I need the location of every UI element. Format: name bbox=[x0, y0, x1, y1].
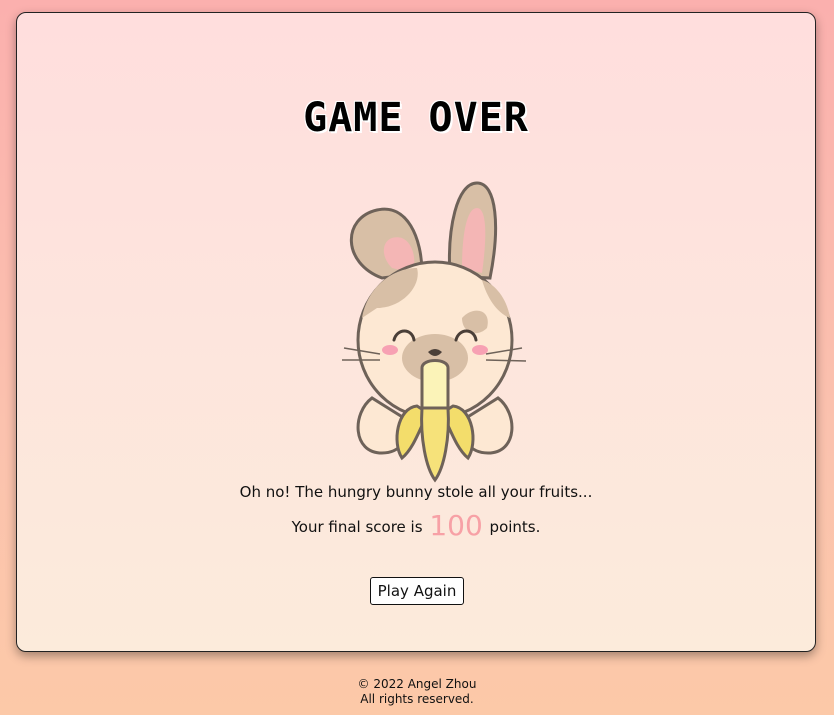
play-again-button[interactable]: Play Again bbox=[370, 577, 464, 605]
footer-rights: All rights reserved. bbox=[360, 692, 474, 706]
footer: © 2022 Angel Zhou All rights reserved. bbox=[0, 677, 834, 707]
score-suffix: points. bbox=[489, 518, 541, 536]
bunny-eating-banana-icon bbox=[342, 181, 527, 483]
footer-copyright: © 2022 Angel Zhou bbox=[357, 677, 477, 691]
game-over-card: GAME OVER Oh no! The hungry bunny stole … bbox=[16, 12, 816, 652]
game-over-title: GAME OVER bbox=[303, 95, 529, 141]
final-score-value: 100 bbox=[429, 509, 483, 542]
game-over-message: Oh no! The hungry bunny stole all your f… bbox=[239, 483, 593, 501]
score-prefix: Your final score is bbox=[291, 518, 423, 536]
final-score-line: Your final score is 100 points. bbox=[17, 509, 815, 542]
